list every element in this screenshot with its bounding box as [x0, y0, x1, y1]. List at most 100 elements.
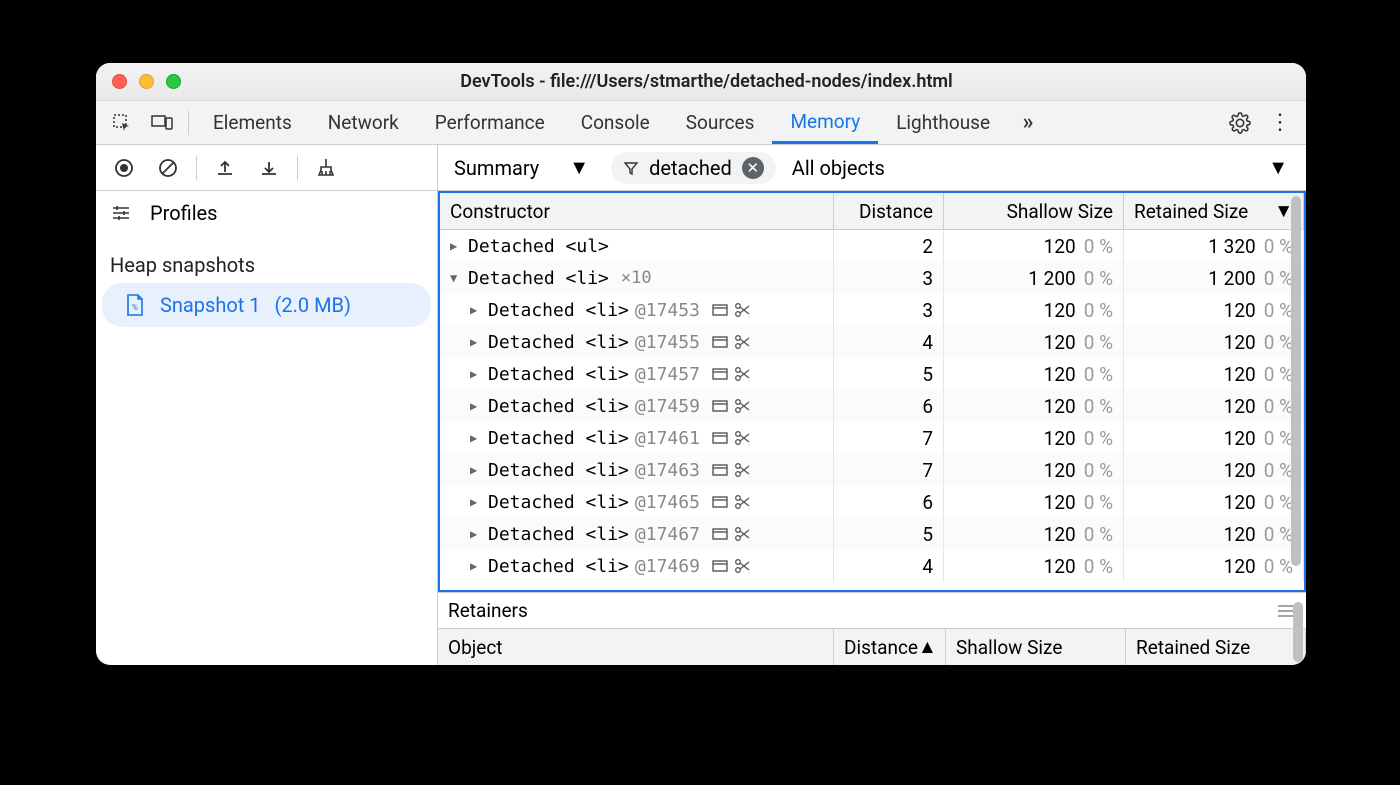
- rcol-object[interactable]: Object: [438, 629, 834, 665]
- profiles-header[interactable]: Profiles: [96, 191, 437, 235]
- object-count: ×10: [615, 268, 652, 288]
- disclosure-icon[interactable]: ▶: [470, 495, 482, 509]
- tab-lighthouse[interactable]: Lighthouse: [878, 101, 1008, 144]
- tab-performance[interactable]: Performance: [417, 101, 563, 144]
- window-icon: [712, 462, 728, 478]
- scissors-icon: [734, 494, 750, 510]
- vertical-scrollbar[interactable]: [1291, 196, 1301, 566]
- shallow-value: 120: [1044, 459, 1076, 482]
- object-id: @17467: [635, 524, 700, 545]
- window-icon: [712, 334, 728, 350]
- close-window-button[interactable]: [112, 74, 127, 89]
- tab-network[interactable]: Network: [310, 101, 417, 144]
- traffic-lights: [112, 74, 181, 89]
- tab-sources[interactable]: Sources: [668, 101, 773, 144]
- col-constructor[interactable]: Constructor: [440, 193, 834, 229]
- profiles-label: Profiles: [150, 201, 217, 225]
- constructor-label: Detached <li>: [488, 460, 629, 481]
- retained-pct: 0 %: [1264, 555, 1293, 578]
- table-row[interactable]: ▶ Detached <li> @17463 7 1200 % 1200 %: [440, 454, 1304, 486]
- more-tabs-icon[interactable]: »: [1010, 105, 1046, 141]
- window-icon: [712, 398, 728, 414]
- tab-elements[interactable]: Elements: [195, 101, 310, 144]
- disclosure-icon[interactable]: ▶: [470, 527, 482, 541]
- retained-value: 120: [1224, 395, 1256, 418]
- kebab-menu-icon[interactable]: ⋮: [1262, 105, 1298, 141]
- table-row[interactable]: ▼ Detached <li> ×10 3 1 2000 % 1 2000 %: [440, 262, 1304, 294]
- maximize-window-button[interactable]: [166, 74, 181, 89]
- rcol-shallow[interactable]: Shallow Size: [946, 629, 1126, 665]
- table-row[interactable]: ▶ Detached <ul> 2 1200 % 1 3200 %: [440, 230, 1304, 262]
- settings-gear-icon[interactable]: [1222, 105, 1258, 141]
- row-icons: [712, 398, 750, 414]
- scissors-icon: [734, 334, 750, 350]
- disclosure-icon[interactable]: ▶: [470, 303, 482, 317]
- constructor-label: Detached <li>: [488, 428, 629, 449]
- row-icons: [712, 430, 750, 446]
- disclosure-icon[interactable]: ▶: [470, 463, 482, 477]
- distance-value: 2: [922, 235, 933, 258]
- retainers-header: Object Distance ▲ Shallow Size Retained …: [438, 628, 1306, 665]
- row-icons: [712, 494, 750, 510]
- shallow-value: 120: [1044, 395, 1076, 418]
- table-row[interactable]: ▶ Detached <li> @17461 7 1200 % 1200 %: [440, 422, 1304, 454]
- col-retained[interactable]: Retained Size ▼: [1124, 193, 1304, 229]
- objects-dropdown[interactable]: All objects ▼: [792, 155, 1296, 180]
- shallow-pct: 0 %: [1084, 331, 1113, 354]
- constructor-label: Detached <li>: [488, 300, 629, 321]
- filter-text: detached: [649, 156, 732, 180]
- shallow-value: 120: [1044, 331, 1076, 354]
- snapshot-item[interactable]: % Snapshot 1 (2.0 MB): [102, 283, 431, 327]
- table-row[interactable]: ▶ Detached <li> @17453 3 1200 % 1200 %: [440, 294, 1304, 326]
- device-toggle-icon[interactable]: [144, 105, 180, 141]
- shallow-value: 120: [1044, 523, 1076, 546]
- shallow-pct: 0 %: [1084, 427, 1113, 450]
- distance-value: 5: [922, 363, 933, 386]
- rcol-retained[interactable]: Retained Size: [1126, 629, 1306, 665]
- shallow-pct: 0 %: [1084, 395, 1113, 418]
- distance-value: 6: [922, 395, 933, 418]
- disclosure-icon[interactable]: ▶: [470, 335, 482, 349]
- sliders-icon: [110, 202, 132, 224]
- table-row[interactable]: ▶ Detached <li> @17467 5 1200 % 1200 %: [440, 518, 1304, 550]
- disclosure-icon[interactable]: ▼: [450, 271, 462, 285]
- scissors-icon: [734, 302, 750, 318]
- col-distance[interactable]: Distance: [834, 193, 944, 229]
- disclosure-icon[interactable]: ▶: [470, 559, 482, 573]
- view-dropdown[interactable]: Summary ▼: [448, 151, 595, 184]
- tab-memory[interactable]: Memory: [772, 101, 878, 144]
- tab-console[interactable]: Console: [563, 101, 668, 144]
- disclosure-icon[interactable]: ▶: [470, 399, 482, 413]
- content-toolbar: Summary ▼ detached ✕ All objects ▼: [438, 145, 1306, 191]
- retained-value: 120: [1224, 299, 1256, 322]
- table-row[interactable]: ▶ Detached <li> @17465 6 1200 % 1200 %: [440, 486, 1304, 518]
- download-icon[interactable]: [251, 150, 287, 186]
- table-row[interactable]: ▶ Detached <li> @17455 4 1200 % 1200 %: [440, 326, 1304, 358]
- retained-value: 120: [1224, 491, 1256, 514]
- retained-pct: 0 %: [1264, 331, 1293, 354]
- disclosure-icon[interactable]: ▶: [470, 367, 482, 381]
- shallow-pct: 0 %: [1084, 363, 1113, 386]
- disclosure-icon[interactable]: ▶: [450, 239, 462, 253]
- clear-icon[interactable]: [150, 150, 186, 186]
- retained-pct: 0 %: [1264, 267, 1293, 290]
- minimize-window-button[interactable]: [139, 74, 154, 89]
- filter-pill[interactable]: detached ✕: [611, 152, 776, 184]
- table-row[interactable]: ▶ Detached <li> @17457 5 1200 % 1200 %: [440, 358, 1304, 390]
- inspect-element-icon[interactable]: [104, 105, 140, 141]
- col-shallow[interactable]: Shallow Size: [944, 193, 1124, 229]
- upload-icon[interactable]: [207, 150, 243, 186]
- object-id: @17457: [635, 364, 700, 385]
- rcol-distance[interactable]: Distance ▲: [834, 629, 946, 665]
- retained-value: 120: [1224, 459, 1256, 482]
- distance-value: 5: [922, 523, 933, 546]
- clear-filter-icon[interactable]: ✕: [742, 157, 764, 179]
- record-icon[interactable]: [106, 150, 142, 186]
- table-row[interactable]: ▶ Detached <li> @17459 6 1200 % 1200 %: [440, 390, 1304, 422]
- retainers-scrollbar[interactable]: [1293, 602, 1303, 662]
- disclosure-icon[interactable]: ▶: [470, 431, 482, 445]
- retained-value: 120: [1224, 427, 1256, 450]
- sweep-icon[interactable]: [308, 150, 344, 186]
- table-row[interactable]: ▶ Detached <li> @17469 4 1200 % 1200 %: [440, 550, 1304, 582]
- retained-pct: 0 %: [1264, 363, 1293, 386]
